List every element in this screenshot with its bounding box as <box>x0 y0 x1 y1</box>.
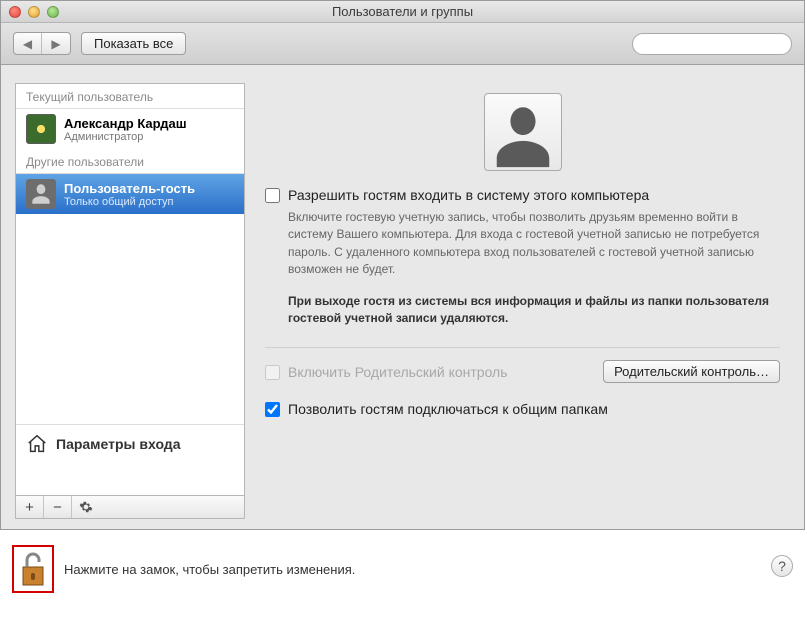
add-user-button[interactable]: + <box>16 496 44 518</box>
forward-button[interactable]: ▶ <box>42 33 70 54</box>
allow-guest-login-description: Включите гостевую учетную запись, чтобы … <box>288 209 780 279</box>
login-options-label: Параметры входа <box>56 436 180 452</box>
current-user-name: Александр Кардаш <box>64 116 187 131</box>
lock-footer: Нажмите на замок, чтобы запретить измене… <box>12 545 355 593</box>
window-title: Пользователи и группы <box>1 4 804 19</box>
parental-control-label: Включить Родительский контроль <box>288 364 508 380</box>
search-field[interactable] <box>632 33 792 55</box>
guest-user-role: Только общий доступ <box>64 196 195 208</box>
guest-user-name: Пользователь-гость <box>64 181 195 196</box>
current-user-role: Администратор <box>64 131 187 143</box>
lock-button[interactable] <box>12 545 54 593</box>
main-panel: Разрешить гостям входить в систему этого… <box>245 83 790 519</box>
guest-logout-warning: При выходе гостя из системы вся информац… <box>288 293 780 328</box>
shared-folders-checkbox[interactable] <box>265 402 280 417</box>
unlocked-padlock-icon <box>16 549 50 589</box>
account-picture[interactable] <box>484 93 562 171</box>
house-icon <box>26 433 48 455</box>
login-options-row[interactable]: Параметры входа <box>16 424 244 463</box>
current-user-row[interactable]: Александр Кардаш Администратор <box>16 109 244 149</box>
user-sidebar: Текущий пользователь Александр Кардаш Ад… <box>15 83 245 495</box>
search-input[interactable] <box>645 37 800 51</box>
user-avatar-icon <box>26 114 56 144</box>
allow-guest-login-checkbox[interactable] <box>265 188 280 203</box>
remove-user-button[interactable]: − <box>44 496 72 518</box>
divider <box>265 347 780 348</box>
help-button[interactable]: ? <box>771 555 793 577</box>
guest-avatar-icon <box>26 179 56 209</box>
current-user-section-label: Текущий пользователь <box>16 84 244 109</box>
other-users-section-label: Другие пользователи <box>16 149 244 174</box>
sidebar-action-bar: + − <box>15 495 245 519</box>
action-menu-button[interactable] <box>72 496 100 518</box>
allow-guest-login-row: Разрешить гостям входить в систему этого… <box>265 187 780 203</box>
shared-folders-row: Позволить гостям подключаться к общим па… <box>265 401 780 417</box>
zoom-window-button[interactable] <box>47 6 59 18</box>
show-all-button[interactable]: Показать все <box>81 32 186 55</box>
open-parental-controls-button[interactable]: Родительский контроль… <box>603 360 780 383</box>
guest-user-row[interactable]: Пользователь-гость Только общий доступ <box>16 174 244 214</box>
nav-back-forward: ◀ ▶ <box>13 32 71 55</box>
allow-guest-login-label: Разрешить гостям входить в систему этого… <box>288 187 649 203</box>
close-window-button[interactable] <box>9 6 21 18</box>
lock-hint-text: Нажмите на замок, чтобы запретить измене… <box>64 562 355 577</box>
gear-icon <box>79 500 93 514</box>
minimize-window-button[interactable] <box>28 6 40 18</box>
shared-folders-label: Позволить гостям подключаться к общим па… <box>288 401 608 417</box>
parental-control-checkbox <box>265 365 280 380</box>
back-button[interactable]: ◀ <box>14 33 42 54</box>
toolbar: ◀ ▶ Показать все <box>1 23 804 65</box>
titlebar: Пользователи и группы <box>1 1 804 23</box>
parental-control-row: Включить Родительский контроль <box>265 364 508 380</box>
